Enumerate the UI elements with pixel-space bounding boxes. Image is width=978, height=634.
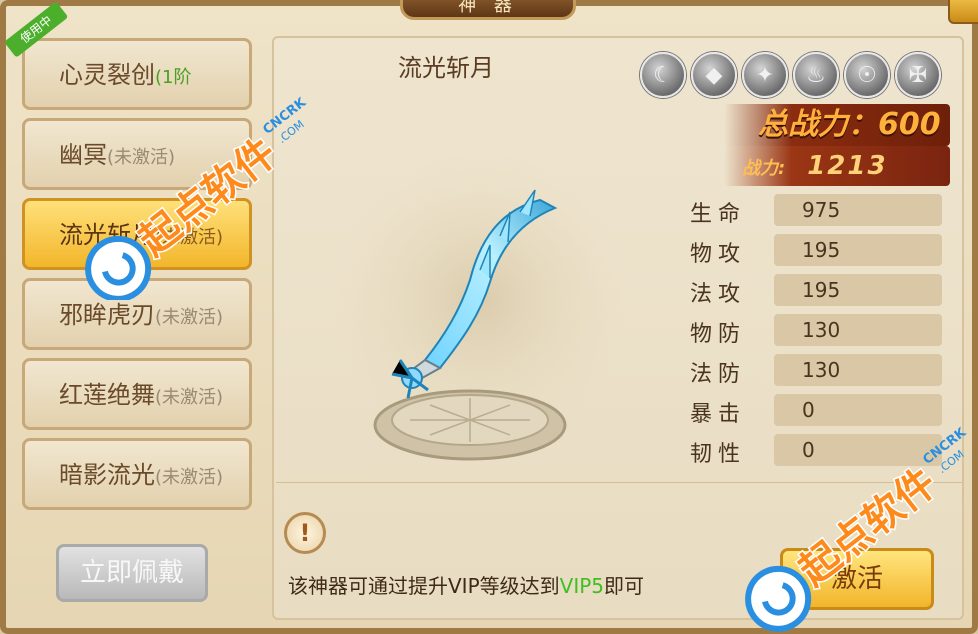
- artifact-status: (未激活): [107, 147, 176, 168]
- total-power: 总战力：600: [724, 104, 950, 146]
- unlock-hint: 该神器可通过提升VIP等级达到VIP5即可: [288, 570, 644, 599]
- window-title: 神 器: [400, 0, 576, 20]
- artifact-power: 战力: 1213: [724, 146, 950, 186]
- artifact-name: 邪眸虎刃: [59, 301, 155, 329]
- artifact-item-3[interactable]: 流光斩月(未激活): [22, 198, 252, 270]
- total-power-value: 600: [878, 107, 941, 142]
- dragon-rune-icon[interactable]: ✦: [742, 52, 788, 98]
- stat-row: 物攻 195: [690, 234, 942, 268]
- stat-value: 0: [774, 434, 942, 466]
- crystal-rune-icon[interactable]: ◆: [691, 52, 737, 98]
- artifact-item-6[interactable]: 暗影流光(未激活): [22, 438, 252, 510]
- artifact-name: 心灵裂创: [59, 61, 155, 89]
- total-power-label: 总战力：: [758, 107, 878, 142]
- power-value: 1213: [807, 151, 888, 181]
- artifact-name: 流光斩月: [59, 221, 155, 249]
- artifact-item-2[interactable]: 幽冥(未激活): [22, 118, 252, 190]
- stat-value: 130: [774, 314, 942, 346]
- artifact-name: 幽冥: [59, 141, 107, 169]
- power-label: 战力:: [742, 158, 786, 179]
- stat-value: 130: [774, 354, 942, 386]
- stat-row: 法攻 195: [690, 274, 942, 308]
- artifact-item-4[interactable]: 邪眸虎刃(未激活): [22, 278, 252, 350]
- pedestal: [373, 389, 567, 461]
- flame-rune-icon[interactable]: ♨: [793, 52, 839, 98]
- mask-rune-icon[interactable]: ☉: [844, 52, 890, 98]
- artifact-preview: [330, 150, 630, 461]
- stat-value: 975: [774, 194, 942, 226]
- stat-label: 物攻: [690, 242, 747, 267]
- moon-rune-icon[interactable]: ☾: [640, 52, 686, 98]
- artifact-item-5[interactable]: 红莲绝舞(未激活): [22, 358, 252, 430]
- exclamation-icon: !: [284, 512, 326, 554]
- artifact-status: (未激活): [155, 227, 224, 248]
- stat-label: 韧性: [690, 442, 747, 467]
- stat-row: 生命 975: [690, 194, 942, 228]
- hint-suffix: 即可: [604, 574, 645, 598]
- stat-row: 法防 130: [690, 354, 942, 388]
- artifact-status: (未激活): [155, 307, 224, 328]
- stat-label: 法防: [690, 362, 747, 387]
- stat-label: 暴击: [690, 402, 747, 427]
- artifact-status: (未激活): [155, 387, 224, 408]
- stat-value: 195: [774, 274, 942, 306]
- vip-level: VIP5: [559, 574, 605, 598]
- stat-row: 物防 130: [690, 314, 942, 348]
- hint-text: 该神器可通过提升VIP等级达到: [288, 574, 560, 598]
- stat-label: 生命: [690, 202, 747, 227]
- stat-row: 暴击 0: [690, 394, 942, 428]
- stat-row: 韧性 0: [690, 434, 942, 468]
- close-button[interactable]: [948, 0, 978, 24]
- artifact-name: 红莲绝舞: [59, 381, 155, 409]
- stat-label: 法攻: [690, 282, 747, 307]
- artifact-status: (1阶: [155, 67, 192, 88]
- stat-label: 物防: [690, 322, 747, 347]
- demon-rune-icon[interactable]: ✠: [895, 52, 941, 98]
- equip-now-button[interactable]: 立即佩戴: [56, 544, 208, 602]
- rune-slots: ☾ ◆ ✦ ♨ ☉ ✠: [640, 52, 941, 98]
- artifact-status: (未激活): [155, 467, 224, 488]
- stat-value: 195: [774, 234, 942, 266]
- artifact-name: 暗影流光: [59, 461, 155, 489]
- stat-value: 0: [774, 394, 942, 426]
- artifact-title: 流光斩月: [398, 54, 494, 82]
- artifact-item-1[interactable]: 心灵裂创(1阶: [22, 38, 252, 110]
- activate-button[interactable]: 激活: [780, 548, 934, 610]
